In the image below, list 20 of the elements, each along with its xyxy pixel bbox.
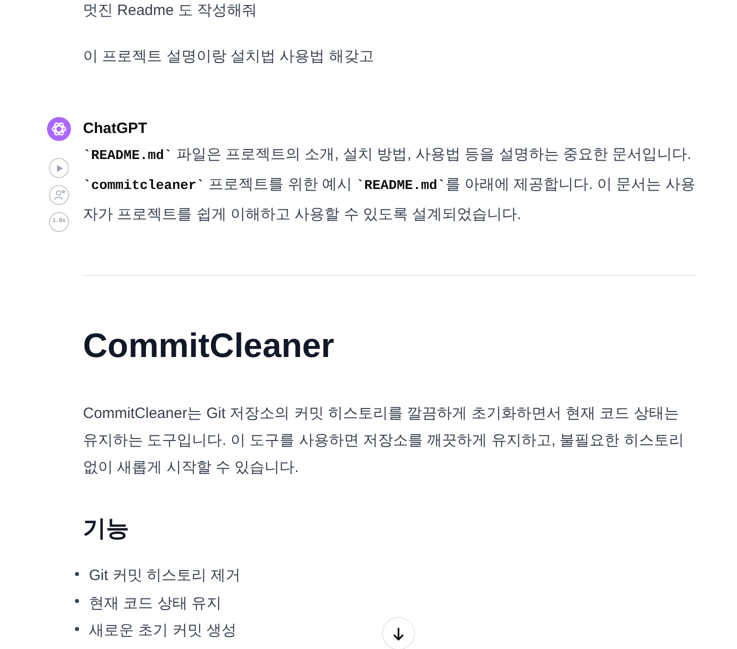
list-item: 새로운 초기 커밋 생성	[89, 621, 237, 642]
assistant-name: ChatGPT	[83, 119, 148, 139]
response-paragraph: `README.md` 파일은 프로젝트의 소개, 설치 방법, 사용법 등을 설명하는 중요한 문서입니다. `commitcleaner` 프로젝트를 위한 예시 `README.md`를 아래에 제공합니다. 이 문서는 사용자가 프로젝트를 쉽게 이해하고 사용할 수 있도록 설계되었습니다.	[83, 145, 696, 225]
user-message: 이 프로젝트 설명이랑 설치법 사용법 해갖고	[83, 47, 375, 67]
section-heading: 기능	[83, 514, 130, 543]
bullet-icon	[75, 599, 79, 604]
user-message: 멋진 Readme 도 작성해줘	[83, 1, 258, 21]
play-icon	[56, 164, 62, 172]
list-item: 현재 코드 상태 유지	[89, 594, 222, 614]
list-item: Git 커밋 히스토리 제거	[89, 566, 241, 586]
play-button[interactable]	[49, 158, 69, 178]
logo-icon	[47, 117, 71, 141]
arrow-down-icon	[393, 626, 404, 640]
person-icon	[54, 190, 64, 200]
bullet-icon	[75, 572, 79, 576]
scroll-down-button[interactable]	[382, 617, 415, 649]
bullet-icon	[75, 626, 79, 631]
readme-title: CommitCleaner	[83, 326, 336, 366]
voice-button[interactable]	[49, 185, 69, 205]
readme-description: CommitCleaner는 Git 저장소의 커밋 히스토리를 깔끔하게 초기화하면서 현재 코드 상태는 유지하는 도구입니다. 이 도구를 사용하면 저장소를 깨끗하게 유지하고, 불필요한 히스토리 없이 새롭게 시작할 수 있습니다.	[83, 404, 685, 478]
